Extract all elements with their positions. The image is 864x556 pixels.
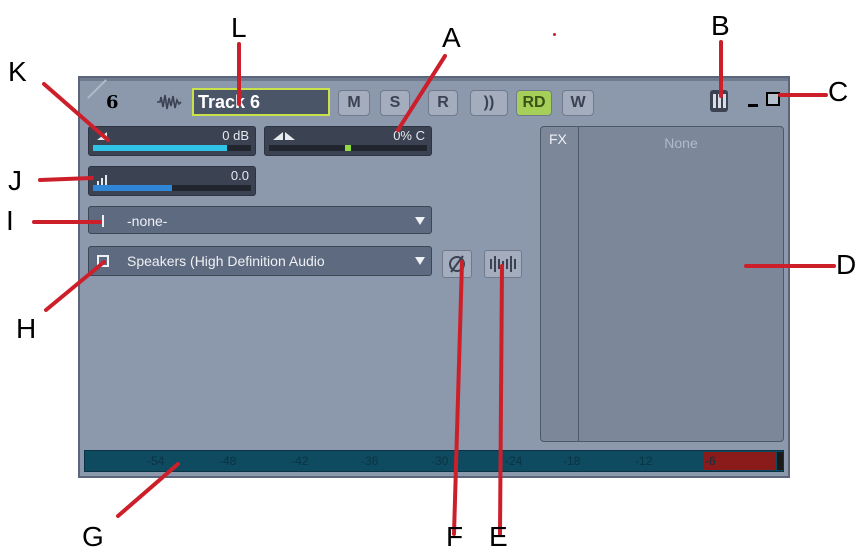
callout-j: J	[8, 165, 22, 196]
callout-a: A	[442, 22, 461, 53]
callout-c: C	[828, 76, 849, 107]
callout-b: B	[711, 10, 730, 41]
callout-line-g	[116, 462, 180, 518]
callout-line-h	[44, 260, 106, 312]
callout-f: F	[446, 521, 464, 552]
callout-line-j	[38, 176, 94, 182]
callout-l: L	[231, 12, 247, 43]
callout-d: D	[836, 249, 857, 280]
callout-e: E	[489, 521, 508, 552]
callout-i: I	[6, 205, 14, 236]
callout-g: G	[82, 521, 104, 552]
callout-h: H	[16, 313, 37, 344]
callout-line-k	[42, 82, 110, 142]
callout-k: K	[8, 56, 27, 87]
annotated-screenshot: 6 Track 6 M S R )) RD W 0 dB 0% C 0.0 -n…	[0, 0, 864, 556]
callout-line-a	[396, 54, 447, 132]
callout-line-e	[498, 264, 504, 536]
callout-lines	[32, 40, 836, 536]
callout-line-f	[452, 260, 464, 536]
